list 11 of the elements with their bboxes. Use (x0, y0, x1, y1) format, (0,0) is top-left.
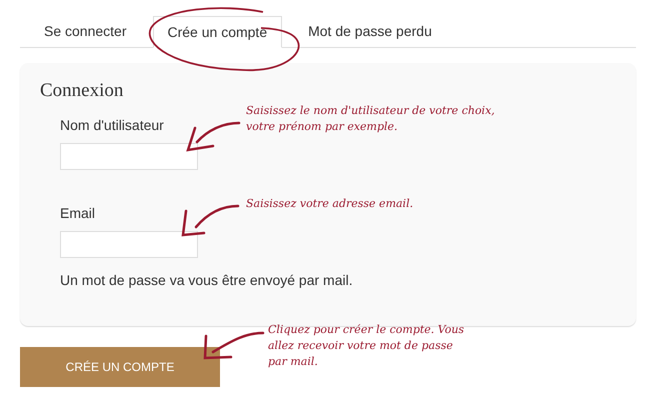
arrow-drawing (182, 204, 240, 236)
annotation-text: Saisissez votre adresse email. (246, 196, 414, 212)
field-label: Nom d'utilisateur (60, 116, 164, 135)
input-field[interactable] (60, 231, 198, 258)
annotation-text: Saisissez le nom d'utilisateur de votre choix, votre prénom par exemple. (246, 103, 495, 135)
form-title: Connexion (40, 79, 124, 103)
tab[interactable]: Crée un compte (152, 16, 282, 48)
annotation-text: Cliquez pour créer le compte. Vous allez recevoir votre mot de passe par mail. (268, 322, 464, 370)
field-label: Email (60, 204, 96, 223)
input-field[interactable] (60, 143, 198, 170)
info-text: Un mot de passe va vous être envoyé par mail. (60, 271, 353, 290)
